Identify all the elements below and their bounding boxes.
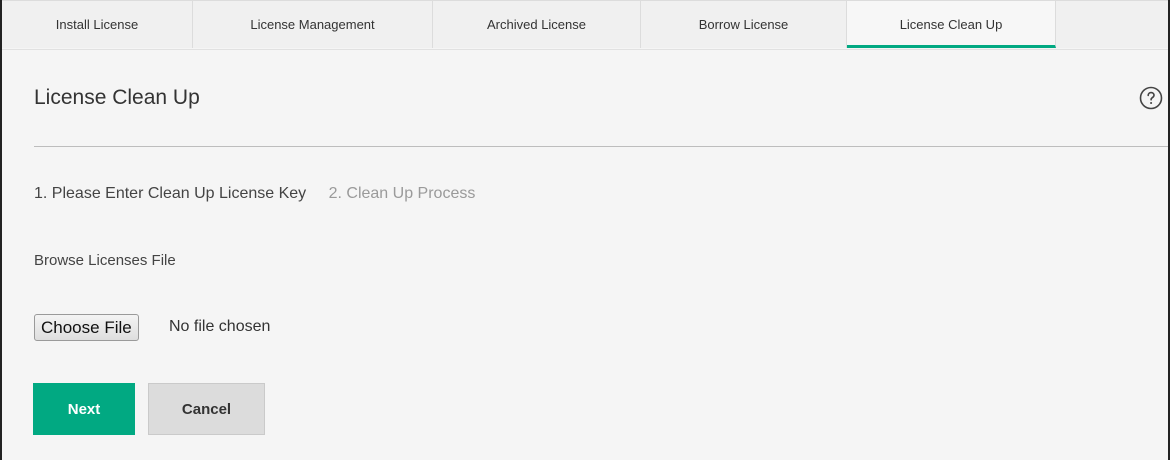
tab-label: Archived License <box>487 17 586 32</box>
tab-bar: Install License License Management Archi… <box>2 0 1168 50</box>
step-enter-key: 1. Please Enter Clean Up License Key <box>34 185 307 202</box>
page-title: License Clean Up <box>34 86 200 109</box>
tab-bar-filler <box>1056 0 1168 48</box>
cancel-button[interactable]: Cancel <box>148 383 265 435</box>
title-divider <box>34 146 1168 147</box>
next-button[interactable]: Next <box>33 383 135 435</box>
wizard-steps: 1. Please Enter Clean Up License Key 2. … <box>34 185 475 203</box>
tab-label: Borrow License <box>698 17 789 32</box>
tab-borrow-license[interactable]: Borrow License <box>641 0 847 48</box>
browse-licenses-label: Browse Licenses File <box>34 252 176 269</box>
tab-label: Install License <box>55 17 139 32</box>
file-status-text: No file chosen <box>169 318 271 335</box>
tab-license-clean-up[interactable]: License Clean Up <box>847 0 1056 48</box>
license-clean-up-page: Install License License Management Archi… <box>0 0 1170 460</box>
tab-license-management[interactable]: License Management <box>193 0 433 48</box>
question-circle-icon[interactable] <box>1139 86 1163 110</box>
tab-label: License Clean Up <box>899 17 1003 32</box>
tab-install-license[interactable]: Install License <box>2 0 193 48</box>
tab-label: License Management <box>250 17 375 32</box>
tab-archived-license[interactable]: Archived License <box>433 0 641 48</box>
step-clean-up-process: 2. Clean Up Process <box>328 185 476 202</box>
choose-file-button[interactable]: Choose File <box>34 314 139 341</box>
